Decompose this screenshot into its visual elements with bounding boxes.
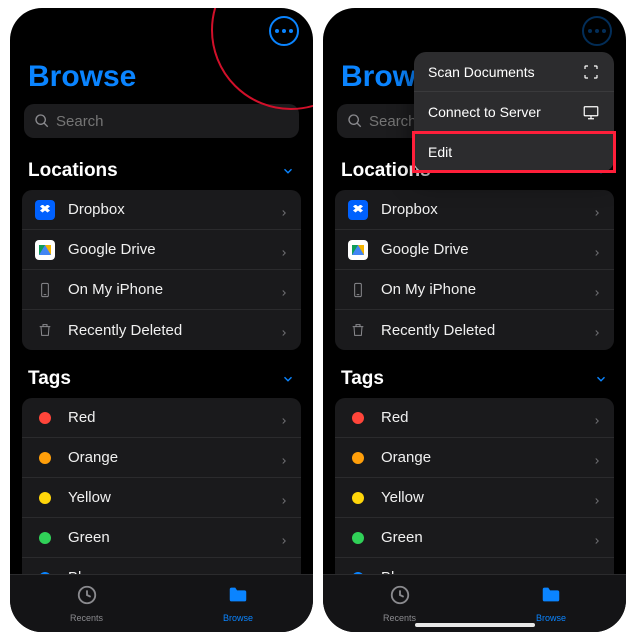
trash-icon xyxy=(34,319,56,341)
tags-header[interactable]: Tags xyxy=(10,360,313,398)
tag-dot-icon xyxy=(39,412,51,424)
tag-orange[interactable]: Orange xyxy=(335,438,614,478)
tag-dot-icon xyxy=(352,532,364,544)
chevron-right-icon xyxy=(279,205,289,215)
tag-label: Orange xyxy=(68,449,279,466)
right-phone: Browse Locations Dropbox Google Drive On… xyxy=(323,8,626,632)
search-input[interactable] xyxy=(56,113,289,130)
clock-icon xyxy=(389,584,411,611)
tag-dot-icon xyxy=(352,452,364,464)
dropbox-icon xyxy=(348,200,368,220)
chevron-right-icon xyxy=(592,245,602,255)
chevron-right-icon xyxy=(279,285,289,295)
chevron-down-icon xyxy=(281,164,295,178)
search-icon xyxy=(347,113,363,129)
scan-icon xyxy=(582,63,600,81)
tag-label: Yellow xyxy=(381,489,592,506)
location-recently-deleted[interactable]: Recently Deleted xyxy=(22,310,301,350)
chevron-right-icon xyxy=(279,533,289,543)
menu-edit[interactable]: Edit xyxy=(414,132,614,172)
chevron-right-icon xyxy=(279,493,289,503)
google-drive-icon xyxy=(348,240,368,260)
menu-scan-documents[interactable]: Scan Documents xyxy=(414,52,614,92)
iphone-icon xyxy=(347,279,369,301)
locations-list: Dropbox Google Drive On My iPhone Recent… xyxy=(22,190,301,350)
tag-dot-icon xyxy=(352,492,364,504)
location-google-drive[interactable]: Google Drive xyxy=(335,230,614,270)
tag-label: Red xyxy=(68,409,279,426)
more-button[interactable] xyxy=(269,16,299,46)
tags-header[interactable]: Tags xyxy=(323,360,626,398)
chevron-down-icon xyxy=(281,372,295,386)
tag-label: Red xyxy=(381,409,592,426)
location-dropbox[interactable]: Dropbox xyxy=(22,190,301,230)
tag-yellow[interactable]: Yellow xyxy=(335,478,614,518)
tag-label: Green xyxy=(68,529,279,546)
menu-connect-to-server[interactable]: Connect to Server xyxy=(414,92,614,132)
home-indicator xyxy=(415,623,535,627)
location-on-my-iphone[interactable]: On My iPhone xyxy=(22,270,301,310)
tag-label: Green xyxy=(381,529,592,546)
chevron-right-icon xyxy=(592,533,602,543)
chevron-right-icon xyxy=(592,413,602,423)
context-menu: Scan Documents Connect to Server Edit xyxy=(414,52,614,172)
chevron-right-icon xyxy=(592,453,602,463)
dropbox-icon xyxy=(35,200,55,220)
clock-icon xyxy=(76,584,98,611)
location-dropbox[interactable]: Dropbox xyxy=(335,190,614,230)
chevron-right-icon xyxy=(592,493,602,503)
chevron-right-icon xyxy=(592,285,602,295)
tag-dot-icon xyxy=(39,452,51,464)
tab-recents[interactable]: Recents xyxy=(70,584,103,623)
location-recently-deleted[interactable]: Recently Deleted xyxy=(335,310,614,350)
tag-green[interactable]: Green xyxy=(335,518,614,558)
tag-red[interactable]: Red xyxy=(335,398,614,438)
chevron-right-icon xyxy=(279,245,289,255)
folder-icon xyxy=(226,584,250,611)
folder-icon xyxy=(539,584,563,611)
more-button[interactable] xyxy=(582,16,612,46)
location-google-drive[interactable]: Google Drive xyxy=(22,230,301,270)
chevron-down-icon xyxy=(594,372,608,386)
iphone-icon xyxy=(34,279,56,301)
tab-browse[interactable]: Browse xyxy=(536,584,566,623)
tag-green[interactable]: Green xyxy=(22,518,301,558)
location-on-my-iphone[interactable]: On My iPhone xyxy=(335,270,614,310)
tag-dot-icon xyxy=(352,412,364,424)
server-icon xyxy=(582,103,600,121)
locations-list: Dropbox Google Drive On My iPhone Recent… xyxy=(335,190,614,350)
chevron-right-icon xyxy=(592,205,602,215)
tab-browse[interactable]: Browse xyxy=(223,584,253,623)
tab-bar: Recents Browse xyxy=(10,574,313,632)
tag-red[interactable]: Red xyxy=(22,398,301,438)
search-field[interactable] xyxy=(24,104,299,138)
tag-label: Yellow xyxy=(68,489,279,506)
chevron-right-icon xyxy=(279,325,289,335)
search-icon xyxy=(34,113,50,129)
tag-yellow[interactable]: Yellow xyxy=(22,478,301,518)
locations-header[interactable]: Locations xyxy=(10,152,313,190)
chevron-right-icon xyxy=(279,413,289,423)
trash-icon xyxy=(347,319,369,341)
chevron-right-icon xyxy=(592,325,602,335)
chevron-right-icon xyxy=(279,453,289,463)
tag-orange[interactable]: Orange xyxy=(22,438,301,478)
tab-recents[interactable]: Recents xyxy=(383,584,416,623)
google-drive-icon xyxy=(35,240,55,260)
left-phone: Browse Locations Dropbox Google Drive On… xyxy=(10,8,313,632)
tag-dot-icon xyxy=(39,532,51,544)
tag-label: Orange xyxy=(381,449,592,466)
tag-dot-icon xyxy=(39,492,51,504)
